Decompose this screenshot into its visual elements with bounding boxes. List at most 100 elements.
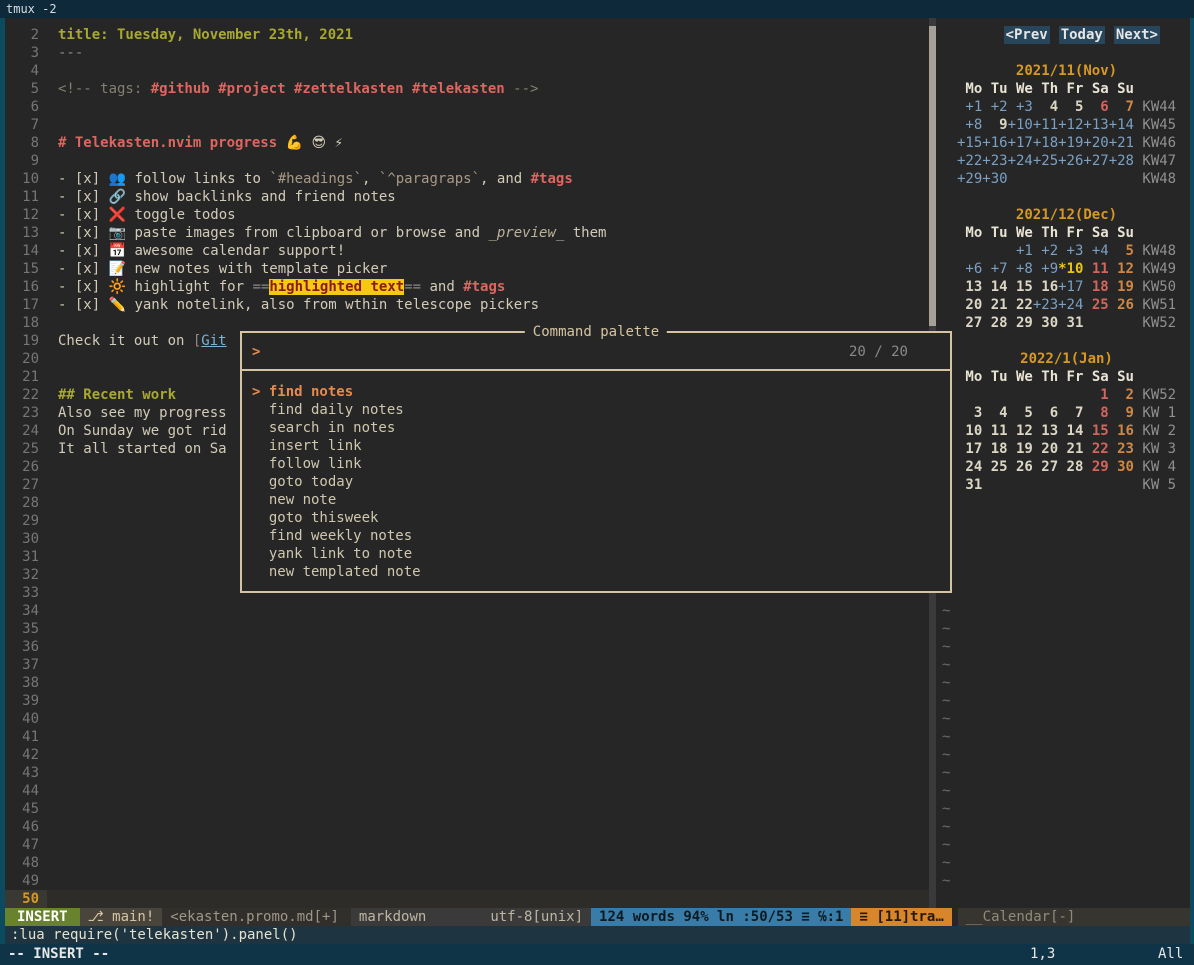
editor-line[interactable]: 43	[5, 764, 929, 782]
palette-item[interactable]: new note	[242, 491, 950, 509]
calendar-day[interactable]: +7	[982, 260, 1007, 278]
calendar-day[interactable]: 7	[1058, 404, 1083, 422]
calendar-day[interactable]: 2	[1109, 386, 1134, 404]
calendar-day[interactable]: 19	[1008, 440, 1033, 458]
editor-line[interactable]: 16- [x] 🔆 highlight for ==highlighted te…	[5, 278, 929, 296]
scrollbar-thumb[interactable]	[929, 26, 936, 326]
calendar-day[interactable]: 26	[1008, 458, 1033, 476]
calendar-day[interactable]: 29	[1008, 314, 1033, 332]
editor-line[interactable]: 48	[5, 854, 929, 872]
calendar-day[interactable]: 16	[1033, 278, 1058, 296]
calendar-day[interactable]: 21	[982, 296, 1007, 314]
calendar-day[interactable]: 6	[1083, 98, 1108, 116]
calendar-day[interactable]: +23	[1033, 296, 1058, 314]
editor-line[interactable]: 34	[5, 602, 929, 620]
calendar-day[interactable]: 29	[1083, 458, 1108, 476]
calendar-day[interactable]: +17	[1058, 278, 1083, 296]
calendar-day[interactable]: 14	[1058, 422, 1083, 440]
palette-item[interactable]: find daily notes	[242, 401, 950, 419]
calendar-day[interactable]: 1	[1083, 386, 1108, 404]
editor-line[interactable]: 45	[5, 800, 929, 818]
calendar-day[interactable]: +27	[1083, 152, 1108, 170]
editor-line[interactable]: 39	[5, 692, 929, 710]
calendar-day[interactable]: +6	[957, 260, 982, 278]
calendar-day[interactable]: 5	[1008, 404, 1033, 422]
calendar-day[interactable]: 17	[957, 440, 982, 458]
calendar-day[interactable]: +20	[1083, 134, 1108, 152]
calendar-day[interactable]: 13	[1033, 422, 1058, 440]
calendar-day[interactable]: +26	[1058, 152, 1083, 170]
palette-item[interactable]: > find notes	[242, 383, 950, 401]
editor-line[interactable]: 7	[5, 116, 929, 134]
calendar-day[interactable]: 19	[1109, 278, 1134, 296]
editor-line[interactable]: 36	[5, 638, 929, 656]
calendar-day[interactable]: +10	[1008, 116, 1033, 134]
calendar-day[interactable]: +12	[1058, 116, 1083, 134]
calendar-day[interactable]: 23	[1109, 440, 1134, 458]
calendar-day[interactable]: 18	[1083, 278, 1108, 296]
calendar-day[interactable]: +14	[1109, 116, 1134, 134]
calendar-day[interactable]: 5	[1058, 98, 1083, 116]
calendar-day[interactable]: 8	[1083, 404, 1108, 422]
palette-prompt-row[interactable]: > 20 / 20	[242, 333, 950, 371]
palette-item[interactable]: insert link	[242, 437, 950, 455]
calendar-day[interactable]: *10	[1058, 260, 1083, 278]
editor-line[interactable]: 8# Telekasten.nvim progress 💪 😎 ⚡	[5, 134, 929, 152]
calendar-day[interactable]: 4	[1033, 98, 1058, 116]
calendar-day[interactable]: 30	[1033, 314, 1058, 332]
calendar-day[interactable]: +2	[1033, 242, 1058, 260]
calendar-day[interactable]: 27	[1033, 458, 1058, 476]
editor-line[interactable]: 6	[5, 98, 929, 116]
palette-item[interactable]: goto today	[242, 473, 950, 491]
calendar-day[interactable]: 7	[1109, 98, 1134, 116]
editor-line[interactable]: 12- [x] ❌ toggle todos	[5, 206, 929, 224]
calendar-day[interactable]: 24	[957, 458, 982, 476]
calendar-day[interactable]: 18	[982, 440, 1007, 458]
calendar-day[interactable]: +30	[982, 170, 1007, 188]
editor-line[interactable]: 18	[5, 314, 929, 332]
calendar-today-button[interactable]: Today	[1059, 26, 1105, 44]
editor-line[interactable]: 9	[5, 152, 929, 170]
calendar-day[interactable]: +1	[957, 98, 982, 116]
calendar-day[interactable]: 9	[1109, 404, 1134, 422]
palette-item[interactable]: yank link to note	[242, 545, 950, 563]
editor-line[interactable]: 15- [x] 📝 new notes with template picker	[5, 260, 929, 278]
calendar-day[interactable]: +25	[1033, 152, 1058, 170]
editor-line[interactable]: 11- [x] 🔗 show backlinks and friend note…	[5, 188, 929, 206]
editor-line[interactable]: 38	[5, 674, 929, 692]
calendar-day[interactable]: 28	[1058, 458, 1083, 476]
calendar-day[interactable]: +19	[1058, 134, 1083, 152]
editor-line[interactable]: 47	[5, 836, 929, 854]
editor-line[interactable]: 2title: Tuesday, November 23th, 2021	[5, 26, 929, 44]
calendar-day[interactable]: 11	[982, 422, 1007, 440]
calendar-day[interactable]: 9	[982, 116, 1007, 134]
editor-line[interactable]: 46	[5, 818, 929, 836]
editor-line[interactable]: 42	[5, 746, 929, 764]
editor-line[interactable]: 40	[5, 710, 929, 728]
calendar-day[interactable]: 21	[1058, 440, 1083, 458]
calendar-next-button[interactable]: Next>	[1114, 26, 1160, 44]
calendar-day[interactable]: +1	[1008, 242, 1033, 260]
palette-item[interactable]: follow link	[242, 455, 950, 473]
calendar-day[interactable]: 12	[1109, 260, 1134, 278]
editor-line[interactable]: 41	[5, 728, 929, 746]
calendar-day[interactable]: +23	[982, 152, 1007, 170]
calendar-day[interactable]: 11	[1083, 260, 1108, 278]
calendar-day[interactable]: +21	[1109, 134, 1134, 152]
calendar-day[interactable]: 6	[1033, 404, 1058, 422]
editor-line[interactable]: 5<!-- tags: #github #project #zettelkast…	[5, 80, 929, 98]
editor-line[interactable]: 13- [x] 📷 paste images from clipboard or…	[5, 224, 929, 242]
editor-line[interactable]: 10- [x] 👥 follow links to `#headings`, `…	[5, 170, 929, 188]
calendar-day[interactable]: +9	[1033, 260, 1058, 278]
calendar-day[interactable]: +3	[1008, 98, 1033, 116]
calendar-day[interactable]: 27	[957, 314, 982, 332]
calendar-day[interactable]: 22	[1008, 296, 1033, 314]
calendar-day[interactable]: +22	[957, 152, 982, 170]
calendar-day[interactable]: 14	[982, 278, 1007, 296]
palette-item[interactable]: goto thisweek	[242, 509, 950, 527]
calendar-day[interactable]: +17	[1008, 134, 1033, 152]
editor-line[interactable]: 17- [x] ✏️ yank notelink, also from wthi…	[5, 296, 929, 314]
calendar-day[interactable]: +18	[1033, 134, 1058, 152]
calendar-day[interactable]: 16	[1109, 422, 1134, 440]
editor-line[interactable]: 4	[5, 62, 929, 80]
